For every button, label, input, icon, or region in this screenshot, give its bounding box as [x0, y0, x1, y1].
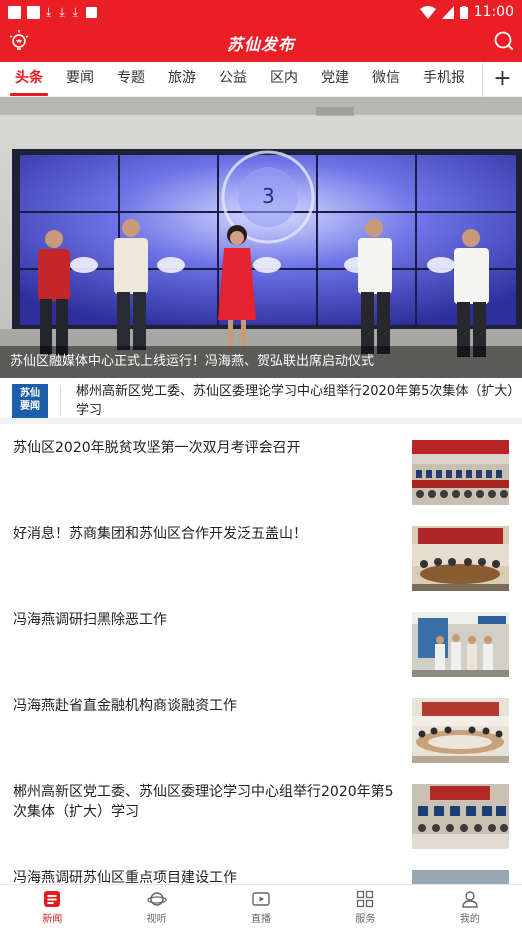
search-icon[interactable]	[492, 29, 516, 53]
article-title: 郴州高新区党工委、苏仙区委理论学习中心组举行2020年第5次集体（扩大）学习	[13, 784, 394, 820]
tab-topics[interactable]: 专题	[112, 62, 150, 97]
signal-icon	[441, 5, 454, 19]
app-notification-icon	[85, 6, 97, 18]
download-icon: ⤓	[72, 5, 78, 19]
nav-video-label: 视听	[146, 914, 167, 925]
article-title: 好消息！苏商集团和苏仙区合作开发泛五盖山！	[13, 526, 307, 542]
screen-number: 3	[262, 184, 275, 208]
tab-headlines[interactable]: 头条	[10, 62, 48, 97]
live-play-icon	[252, 892, 270, 906]
bottom-nav: 新闻 视听 直播 服务 我的	[0, 884, 522, 928]
notice-text: 郴州高新区党工委、苏仙区委理论学习中心组举行2020年第5次集体（扩大）学习	[76, 384, 514, 418]
list-item[interactable]: 好消息！苏商集团和苏仙区合作开发泛五盖山！	[0, 516, 522, 602]
article-thumbnail	[412, 784, 509, 849]
tab-charity[interactable]: 公益	[214, 62, 252, 97]
article-title: 苏仙区2020年脱贫攻坚第一次双月考评会召开	[13, 440, 301, 456]
planet-icon	[147, 892, 167, 906]
status-time: 11:00	[473, 4, 514, 20]
list-item[interactable]: 冯海燕调研扫黑除恶工作	[0, 602, 522, 688]
nav-services[interactable]: 服务	[313, 885, 417, 928]
download-icon: ⤓	[46, 5, 52, 19]
channel-tabs: 头条 要闻 专题 旅游 公益 区内 党建 微信 手机报 +	[0, 62, 522, 97]
nav-news[interactable]: 新闻	[0, 885, 104, 928]
wifi-icon	[419, 5, 436, 19]
add-channel-button[interactable]: +	[482, 62, 522, 97]
lightbulb-icon[interactable]	[6, 28, 32, 54]
nav-news-label: 新闻	[42, 914, 63, 925]
notification-icon	[8, 5, 21, 19]
tab-travel[interactable]: 旅游	[163, 62, 201, 97]
article-thumbnail	[412, 440, 509, 505]
logo-line-2: 要闻	[20, 401, 40, 412]
list-item[interactable]: 郴州高新区党工委、苏仙区委理论学习中心组举行2020年第5次集体（扩大）学习	[0, 774, 522, 860]
notice-row[interactable]: 苏仙 要闻 郴州高新区党工委、苏仙区委理论学习中心组举行2020年第5次集体（扩…	[0, 378, 522, 424]
download-icon: ⤓	[59, 5, 65, 19]
nav-me[interactable]: 我的	[418, 885, 522, 928]
nav-video[interactable]: 视听	[104, 885, 208, 928]
news-logo: 苏仙 要闻	[12, 384, 48, 418]
nav-live-label: 直播	[251, 914, 272, 925]
user-icon	[462, 891, 478, 908]
article-thumbnail	[412, 698, 509, 763]
nav-me-label: 我的	[459, 914, 480, 925]
tab-news[interactable]: 要闻	[61, 62, 99, 97]
banner-photo: 3	[0, 97, 522, 378]
tab-party[interactable]: 党建	[316, 62, 354, 97]
notification-icon	[27, 5, 40, 19]
logo-line-1: 苏仙	[20, 388, 40, 399]
status-bar: ⤓ ⤓ ⤓ 11:00	[0, 0, 522, 24]
article-thumbnail	[412, 612, 509, 677]
news-icon	[44, 891, 61, 907]
article-thumbnail	[412, 526, 509, 591]
app-bar: 苏仙发布	[0, 24, 522, 62]
article-title: 冯海燕调研扫黑除恶工作	[13, 612, 167, 628]
divider	[60, 386, 61, 416]
tab-district[interactable]: 区内	[265, 62, 303, 97]
list-item[interactable]: 苏仙区2020年脱贫攻坚第一次双月考评会召开	[0, 430, 522, 516]
nav-services-label: 服务	[355, 914, 376, 925]
tab-wechat[interactable]: 微信	[367, 62, 405, 97]
active-tab-indicator	[10, 93, 48, 96]
grid-icon	[357, 890, 374, 908]
headline-banner[interactable]: 3 苏仙区融媒体中心正式上线运行！冯海燕、贺弘联出席启动仪式	[0, 97, 522, 378]
banner-caption: 苏仙区融媒体中心正式上线运行！冯海燕、贺弘联出席启动仪式	[0, 346, 522, 378]
tab-mobile-paper[interactable]: 手机报	[418, 62, 470, 97]
battery-icon	[459, 5, 468, 19]
list-item[interactable]: 冯海燕赴省直金融机构商谈融资工作	[0, 688, 522, 774]
nav-live[interactable]: 直播	[209, 885, 313, 928]
article-title: 冯海燕赴省直金融机构商谈融资工作	[13, 698, 237, 714]
app-title: 苏仙发布	[226, 35, 295, 54]
